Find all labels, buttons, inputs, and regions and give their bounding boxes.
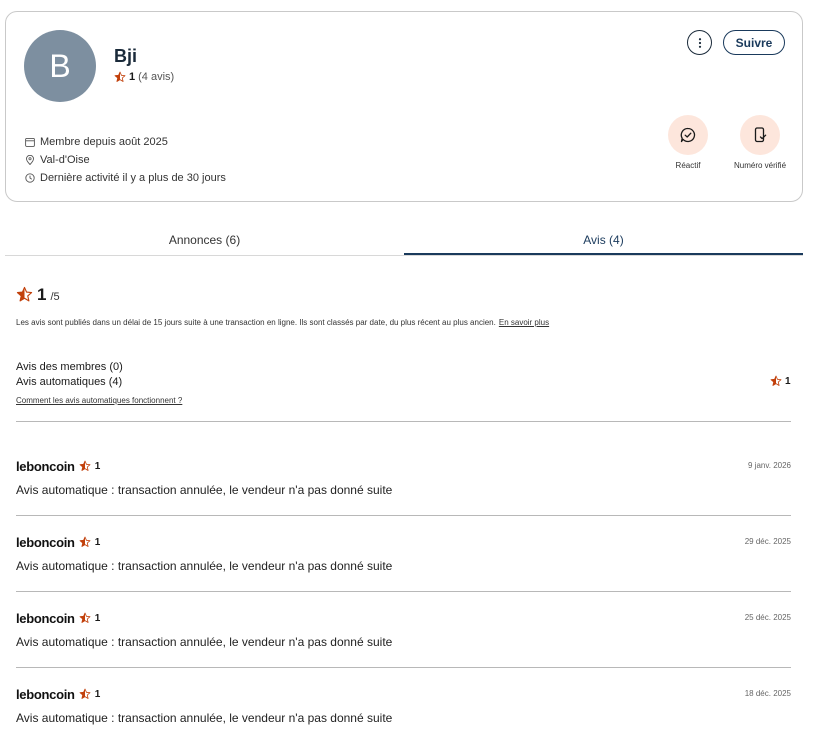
review-item: leboncoin 1 9 janv. 2026 Avis automatiqu… xyxy=(16,458,791,498)
clock-icon xyxy=(25,173,35,183)
reviews-notice-text: Les avis sont publiés dans un délai de 1… xyxy=(16,318,496,327)
tab-listings[interactable]: Annonces (6) xyxy=(5,226,404,255)
calendar-icon xyxy=(25,137,35,147)
review-text: Avis automatique : transaction annulée, … xyxy=(16,635,393,649)
review-date: 18 déc. 2025 xyxy=(744,689,791,698)
badge-reactive[interactable]: Réactif xyxy=(662,115,714,170)
profile-rating[interactable]: 1 (4 avis) xyxy=(114,71,174,83)
location-row: Val-d'Oise xyxy=(25,151,226,169)
review-item: leboncoin 1 18 déc. 2025 Avis automatiqu… xyxy=(16,686,791,726)
reviews-notice: Les avis sont publiés dans un délai de 1… xyxy=(16,318,549,327)
half-star-icon xyxy=(79,536,91,548)
review-date: 9 janv. 2026 xyxy=(748,461,791,470)
review-text: Avis automatique : transaction annulée, … xyxy=(16,559,393,573)
review-counts: Avis des membres (0) Avis automatiques (… xyxy=(16,360,123,390)
divider xyxy=(16,515,791,516)
half-star-icon xyxy=(79,460,91,472)
half-star-icon xyxy=(79,612,91,624)
badge-verified-label: Numéro vérifié xyxy=(734,161,787,170)
auto-reviews-rating: 1 xyxy=(770,375,791,387)
divider xyxy=(16,667,791,668)
divider xyxy=(16,591,791,592)
avatar[interactable]: B xyxy=(24,30,96,102)
badge-reactive-circle xyxy=(668,115,708,155)
review-rating: 1 xyxy=(94,688,101,700)
review-rating: 1 xyxy=(94,536,101,548)
half-star-icon xyxy=(770,375,782,387)
badge-verified-circle xyxy=(740,115,780,155)
half-star-icon xyxy=(16,286,33,303)
review-author: leboncoin xyxy=(16,686,75,702)
review-rating: 1 xyxy=(94,612,101,624)
review-item: leboncoin 1 29 déc. 2025 Avis automatiqu… xyxy=(16,534,791,574)
follow-button[interactable]: Suivre xyxy=(723,30,785,55)
vertical-dots-icon xyxy=(698,37,701,48)
review-item: leboncoin 1 25 déc. 2025 Avis automatiqu… xyxy=(16,610,791,650)
summary-rating-scale: /5 xyxy=(50,291,60,303)
auto-reviews-count: Avis automatiques (4) xyxy=(16,376,123,388)
learn-more-link[interactable]: En savoir plus xyxy=(499,318,549,327)
phone-check-icon xyxy=(754,127,767,143)
review-header: leboncoin 1 xyxy=(16,686,791,702)
last-activity-text: Dernière activité il y a plus de 30 jour… xyxy=(40,172,226,184)
location-pin-icon xyxy=(26,155,34,165)
review-header: leboncoin 1 xyxy=(16,534,791,550)
profile-rating-value: 1 xyxy=(129,71,136,83)
member-since-row: Membre depuis août 2025 xyxy=(25,133,226,151)
member-reviews-count: Avis des membres (0) xyxy=(16,361,123,373)
review-header: leboncoin 1 xyxy=(16,458,791,474)
member-since-text: Membre depuis août 2025 xyxy=(40,136,168,148)
review-header: leboncoin 1 xyxy=(16,610,791,626)
last-activity-row: Dernière activité il y a plus de 30 jour… xyxy=(25,169,226,187)
how-auto-reviews-link[interactable]: Comment les avis automatiques fonctionne… xyxy=(16,396,182,405)
summary-rating-value: 1 xyxy=(37,285,47,304)
review-author: leboncoin xyxy=(16,458,75,474)
review-text: Avis automatique : transaction annulée, … xyxy=(16,483,393,497)
tab-reviews[interactable]: Avis (4) xyxy=(404,226,803,255)
more-options-button[interactable] xyxy=(687,30,712,55)
badge-phone-verified[interactable]: Numéro vérifié xyxy=(734,115,786,170)
review-rating: 1 xyxy=(94,460,101,472)
half-star-icon xyxy=(114,71,126,83)
badge-reactive-label: Réactif xyxy=(675,161,701,170)
review-date: 29 déc. 2025 xyxy=(744,537,791,546)
profile-reviews-count: (4 avis) xyxy=(138,71,175,83)
summary-rating: 1 /5 xyxy=(16,283,60,305)
review-author: leboncoin xyxy=(16,610,75,626)
profile-card: B Bji 1 (4 avis) Suivre Membre depuis ao… xyxy=(5,11,803,202)
auto-reviews-rating-value: 1 xyxy=(785,375,791,387)
location-text: Val-d'Oise xyxy=(40,154,90,166)
review-text: Avis automatique : transaction annulée, … xyxy=(16,711,393,725)
review-author: leboncoin xyxy=(16,534,75,550)
review-date: 25 déc. 2025 xyxy=(744,613,791,622)
profile-info: Membre depuis août 2025 Val-d'Oise Derni… xyxy=(25,133,226,187)
user-name: Bji xyxy=(114,46,138,66)
divider xyxy=(16,421,791,422)
profile-tabs: Annonces (6) Avis (4) xyxy=(5,226,803,256)
half-star-icon xyxy=(79,688,91,700)
check-chat-icon xyxy=(680,127,696,143)
